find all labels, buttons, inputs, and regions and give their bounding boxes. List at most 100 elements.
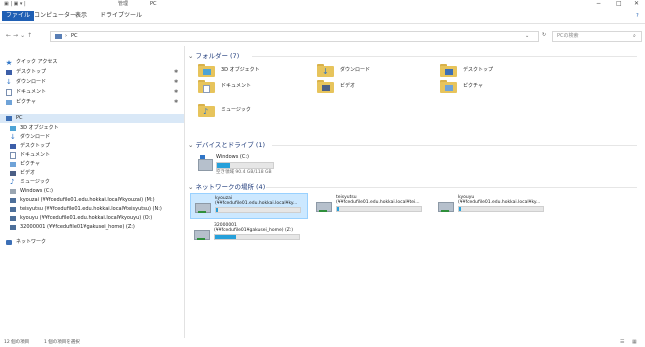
folder-item-documents[interactable]: ドキュメント [198,80,251,93]
sidebar-item-quick-pictures[interactable]: ピクチャ [6,98,36,107]
nav-buttons[interactable]: ←→⌄↑ [6,32,34,40]
network-drive-teisyutsu[interactable]: teisyutsu (¥¥fcedufile01.edu.hokkai.loca… [312,193,428,217]
sidebar-item-pc-3d[interactable]: 3D オブジェクト [10,124,59,133]
network-group-header[interactable]: ⌄ ネットワークの場所 (4) [188,183,265,192]
window-title: PC [150,1,157,7]
sidebar-item-label: 32000001 (¥¥fcedufile01¥gakusei_home) (Z… [20,224,135,230]
back-icon[interactable]: ← [6,32,13,39]
3d-objects-icon [10,126,16,131]
folder-item-videos[interactable]: ビデオ [317,80,355,93]
sidebar-item-pc-documents[interactable]: ドキュメント [10,151,50,160]
sidebar-item-pc-videos[interactable]: ビデオ [10,169,35,178]
sidebar-item-label: ダウンロード [16,79,47,85]
sidebar-item-quick-desktop[interactable]: デスクトップ [6,68,46,77]
network-drive-kyouyu[interactable]: kyouyu (¥¥fcedufile01.edu.hokkai.local¥k… [434,193,550,217]
videos-icon [317,80,334,93]
sidebar-item-label: ミュージック [20,179,50,185]
sidebar-item-label: ビデオ [20,170,36,176]
folder-label: ドキュメント [221,83,252,89]
network-drive-usage-bar [214,234,300,240]
section-divider [252,56,637,57]
network-drive-icon [10,207,16,212]
search-box[interactable]: PCの検索 ⌕ [552,31,642,42]
folder-item-3d-objects[interactable]: 3D オブジェクト [198,64,260,77]
usage-fill [216,208,218,212]
windows-logo-icon [200,155,205,159]
pane-splitter[interactable] [184,46,185,338]
download-icon: ↓ [317,64,334,77]
network-drive-home-z[interactable]: 32000001 (¥¥fcedufile01¥gakusei_home) (Z… [190,221,306,245]
network-drive-path: (¥¥fcedufile01.edu.hokkai.local¥tei... [336,200,420,205]
sidebar-item-label: クイック アクセス [16,59,58,65]
breadcrumb-pc[interactable]: PC [71,33,78,40]
sidebar-item-pc-desktop[interactable]: デスクトップ [10,142,50,151]
sidebar-item-label: ドキュメント [16,89,47,95]
sidebar-item-pc-music[interactable]: ♪ ミュージック [10,178,50,187]
folder-item-pictures[interactable]: ピクチャ [440,80,483,93]
sidebar-item-pc-pictures[interactable]: ピクチャ [10,160,40,169]
sidebar-item-network[interactable]: ネットワーク [6,238,46,247]
network-link-icon [198,211,206,213]
desktop-icon [440,64,457,77]
up-icon[interactable]: ↑ [27,32,34,39]
address-dropdown-icon[interactable]: ⌄ [525,33,529,40]
sidebar-item-label: デスクトップ [20,143,51,149]
folder-item-downloads[interactable]: ↓ ダウンロード [317,64,370,77]
network-link-icon [197,238,205,240]
pc-icon [6,116,12,121]
sidebar-item-label: ダウンロード [20,134,51,140]
drive-item-windows-c[interactable]: Windows (C:) 空き領域 90.4 GB/118 GB [198,154,318,178]
desktop-icon [6,70,12,75]
folders-group-header[interactable]: ⌄ フォルダー (7) [188,52,239,61]
sidebar-item-quick-access[interactable]: クイック アクセス [6,58,57,67]
search-input[interactable]: PCの検索 [557,33,579,40]
large-icons-view-icon[interactable]: ▦ [632,339,637,346]
tab-drive-tools[interactable]: ドライブツール [96,11,146,21]
sidebar-item-quick-downloads[interactable]: ↓ ダウンロード [6,78,46,87]
search-icon: ⌕ [633,33,636,39]
sidebar-item-label: 3D オブジェクト [20,125,59,131]
network-drive-usage-bar [215,207,301,213]
usage-fill [215,235,236,239]
sidebar-item-label: PC [16,115,23,121]
network-drive-icon [10,198,16,203]
sidebar-item-pc-teisyutsu[interactable]: teisyutsu (¥¥fcedufile01.edu.hokkai.loca… [10,205,162,214]
videos-icon [10,171,16,176]
details-view-icon[interactable]: ☰ [620,339,624,346]
sidebar-item-pc-windows-c[interactable]: Windows (C:) [10,187,53,196]
sidebar-item-pc-kyouzai[interactable]: kyouzai (¥¥fcedufile01.edu.hokkai.local¥… [10,196,155,205]
refresh-icon[interactable]: ↻ [542,32,546,39]
quick-access-toolbar[interactable]: ▣ | ▣ ▾ | [4,1,26,8]
sidebar-item-pc-downloads[interactable]: ↓ ダウンロード [10,133,50,142]
address-bar[interactable]: › PC ⌄ [50,31,539,42]
music-icon: ♪ [10,178,15,186]
sidebar-item-label: ピクチャ [16,99,36,105]
close-button[interactable]: ✕ [634,0,639,8]
sidebar-item-label: kyouyu (¥¥fcedufile01.edu.hokkai.local¥k… [20,215,153,221]
tab-view[interactable]: 表示 [71,11,91,21]
sidebar-item-pc[interactable]: PC [0,114,184,123]
pictures-icon [440,80,457,93]
folder-item-desktop[interactable]: デスクトップ [440,64,493,77]
help-button[interactable]: ? [636,13,639,20]
sidebar-item-label: ネットワーク [16,239,47,245]
maximize-button[interactable]: □ [616,0,622,8]
forward-icon[interactable]: → [13,32,20,39]
breadcrumb-separator: › [65,33,67,39]
sidebar-item-label: kyouzai (¥¥fcedufile01.edu.hokkai.local¥… [20,197,155,203]
status-selected-count: 1 個の項目を選択 [44,340,80,345]
network-drive-kyouzai[interactable]: kyouzai (¥¥fcedufile01.edu.hokkai.local¥… [190,193,308,219]
download-icon: ↓ [10,133,16,141]
sidebar-item-pc-home-z[interactable]: 32000001 (¥¥fcedufile01¥gakusei_home) (Z… [10,223,135,232]
tool-group-label: 管理 [118,1,129,7]
sidebar-item-pc-kyouyu[interactable]: kyouyu (¥¥fcedufile01.edu.hokkai.local¥k… [10,214,152,223]
folder-item-music[interactable]: ♪ ミュージック [198,104,251,117]
network-drive-icon [10,216,16,221]
devices-group-header[interactable]: ⌄ デバイスとドライブ (1) [188,141,265,150]
minimize-button[interactable]: − [596,0,601,8]
drive-usage-bar [216,162,274,169]
network-drive-path: (¥¥fcedufile01¥gakusei_home) (Z:) [214,228,294,233]
usage-fill [459,207,461,211]
sidebar-item-quick-documents[interactable]: ドキュメント [6,88,46,97]
documents-icon [198,80,215,93]
